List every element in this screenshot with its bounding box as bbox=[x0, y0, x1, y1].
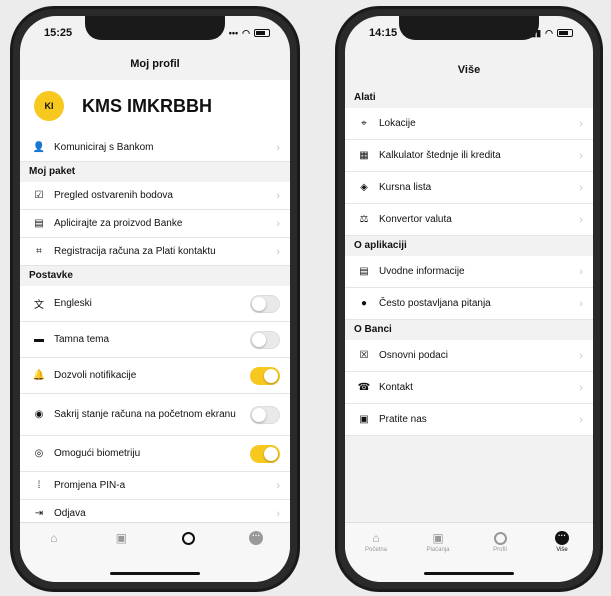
menu-item[interactable]: ☎ Kontakt › bbox=[345, 372, 593, 404]
chevron-right-icon: › bbox=[276, 217, 280, 230]
user-icon bbox=[182, 531, 196, 545]
menu-item[interactable]: ⌖ Lokacije › bbox=[345, 108, 593, 140]
theme-icon: ▬ bbox=[34, 334, 44, 345]
profile-screen: 15:25 ••• ◠ Moj profil KI KMS IMKRBBH 👤 K… bbox=[20, 16, 290, 582]
chevron-right-icon: › bbox=[579, 149, 583, 162]
phone-profile: 15:25 ••• ◠ Moj profil KI KMS IMKRBBH 👤 K… bbox=[10, 6, 300, 592]
logout-icon: ⇥ bbox=[34, 508, 44, 519]
setting-hide-balance[interactable]: ◉ Sakrij stanje računa na početnom ekranu bbox=[20, 394, 290, 436]
setting-biometric[interactable]: ◎ Omogući biometriju bbox=[20, 436, 290, 472]
tab-home[interactable]: ⌂ Početna bbox=[356, 531, 396, 582]
fingerprint-icon: ◎ bbox=[34, 448, 44, 459]
more-icon: ··· bbox=[555, 531, 569, 545]
faq-icon: ● bbox=[360, 298, 368, 309]
setting-notifications[interactable]: 🔔 Dozvoli notifikacije bbox=[20, 358, 290, 394]
currency-convert-icon: ⚖ bbox=[359, 214, 369, 225]
setting-dark[interactable]: ▬ Tamna tema bbox=[20, 322, 290, 358]
chevron-right-icon: › bbox=[276, 479, 280, 492]
more-icon: ··· bbox=[249, 531, 264, 545]
menu-item[interactable]: ☒ Osnovni podaci › bbox=[345, 340, 593, 372]
tab-home[interactable]: ⌂ bbox=[34, 531, 74, 582]
basic-info-icon: ☒ bbox=[359, 350, 369, 361]
chat-user-icon: 👤 bbox=[32, 142, 46, 153]
menu-item[interactable]: ▤ Uvodne informacije › bbox=[345, 256, 593, 288]
contact-icon: ☎ bbox=[357, 382, 371, 393]
menu-item[interactable]: ▦ Kalkulator štednje ili kredita › bbox=[345, 140, 593, 172]
status-time: 14:15 bbox=[369, 27, 398, 39]
cards-icon: ▤ bbox=[34, 218, 44, 229]
chevron-right-icon: › bbox=[579, 349, 583, 362]
menu-item[interactable]: ● Često postavljana pitanja › bbox=[345, 288, 593, 320]
points-row[interactable]: ☑ Pregled ostvarenih bodova › bbox=[20, 182, 290, 210]
chevron-right-icon: › bbox=[579, 117, 583, 130]
chevron-right-icon: › bbox=[276, 189, 280, 202]
page-title: Moj profil bbox=[130, 58, 180, 70]
section-header: Postavke bbox=[20, 266, 290, 286]
info-doc-icon: ▤ bbox=[359, 266, 369, 277]
follow-icon: ▣ bbox=[359, 414, 369, 425]
status-time: 15:25 bbox=[44, 27, 73, 39]
pin-row[interactable]: ⁞ Promjena PIN-a › bbox=[20, 472, 290, 500]
section-header: O Banci bbox=[345, 320, 593, 340]
logout-row[interactable]: ⇥ Odjava › bbox=[20, 500, 290, 522]
section-header: Alati bbox=[345, 88, 593, 108]
chevron-right-icon: › bbox=[579, 265, 583, 278]
clipboard-check-icon: ☑ bbox=[34, 190, 44, 201]
section-header: Moj paket bbox=[20, 162, 290, 182]
tab-more[interactable]: ··· bbox=[236, 531, 276, 582]
avatar: KI bbox=[34, 91, 64, 121]
chevron-right-icon: › bbox=[579, 381, 583, 394]
wallet-icon: ▣ bbox=[432, 531, 444, 545]
calculator-icon: ▦ bbox=[359, 150, 369, 161]
user-icon bbox=[493, 531, 507, 545]
menu-item[interactable]: ⚖ Konvertor valuta › bbox=[345, 204, 593, 236]
qr-icon: ⌗ bbox=[36, 246, 42, 257]
bell-icon: 🔔 bbox=[32, 370, 46, 381]
location-icon: ⌖ bbox=[361, 118, 367, 129]
profile-name: KMS IMKRBBH bbox=[82, 95, 212, 116]
chevron-right-icon: › bbox=[579, 181, 583, 194]
home-indicator bbox=[110, 572, 200, 575]
wifi-icon: ◠ bbox=[242, 27, 250, 38]
home-icon: ⌂ bbox=[50, 531, 58, 545]
ellipsis-icon: ••• bbox=[228, 28, 239, 38]
wallet-icon: ▣ bbox=[115, 531, 127, 545]
chevron-right-icon: › bbox=[579, 213, 583, 226]
keypad-icon: ⁞ bbox=[37, 480, 41, 491]
chevron-right-icon: › bbox=[276, 507, 280, 520]
notch bbox=[399, 16, 539, 40]
exchange-list-icon: ◈ bbox=[360, 182, 368, 193]
battery-icon bbox=[557, 29, 573, 37]
communicate-row[interactable]: 👤 Komuniciraj s Bankom › bbox=[20, 134, 290, 162]
tab-more[interactable]: ··· Više bbox=[542, 531, 582, 582]
register-row[interactable]: ⌗ Registracija računa za Plati kontaktu › bbox=[20, 238, 290, 266]
hide-balance-toggle[interactable] bbox=[250, 405, 280, 424]
notch bbox=[85, 16, 225, 40]
chevron-right-icon: › bbox=[276, 245, 280, 258]
notifications-toggle[interactable] bbox=[250, 366, 280, 385]
menu-item[interactable]: ▣ Pratite nas › bbox=[345, 404, 593, 436]
language-toggle[interactable] bbox=[250, 294, 280, 313]
apply-row[interactable]: ▤ Aplicirajte za proizvod Banke › bbox=[20, 210, 290, 238]
dark-toggle[interactable] bbox=[250, 330, 280, 349]
translate-icon: 文 bbox=[34, 300, 44, 311]
chevron-right-icon: › bbox=[276, 141, 280, 154]
battery-icon bbox=[254, 29, 270, 37]
chevron-right-icon: › bbox=[579, 297, 583, 310]
page-title: Više bbox=[457, 64, 481, 76]
home-indicator bbox=[424, 572, 514, 575]
home-icon: ⌂ bbox=[372, 531, 380, 545]
menu-item[interactable]: ◈ Kursna lista › bbox=[345, 172, 593, 204]
eye-slash-icon: ◉ bbox=[34, 409, 44, 420]
setting-language[interactable]: 文 Engleski bbox=[20, 286, 290, 322]
chevron-right-icon: › bbox=[579, 413, 583, 426]
wifi-icon: ◠ bbox=[545, 27, 553, 38]
section-header: O aplikaciji bbox=[345, 236, 593, 256]
phone-more: 14:15 ▮▮◠ Više Alati ⌖Lokacije› ▦Kalkula… bbox=[335, 6, 603, 592]
more-screen: 14:15 ▮▮◠ Više Alati ⌖Lokacije› ▦Kalkula… bbox=[345, 16, 593, 582]
profile-header: KI KMS IMKRBBH bbox=[20, 80, 290, 134]
biometric-toggle[interactable] bbox=[250, 444, 280, 463]
